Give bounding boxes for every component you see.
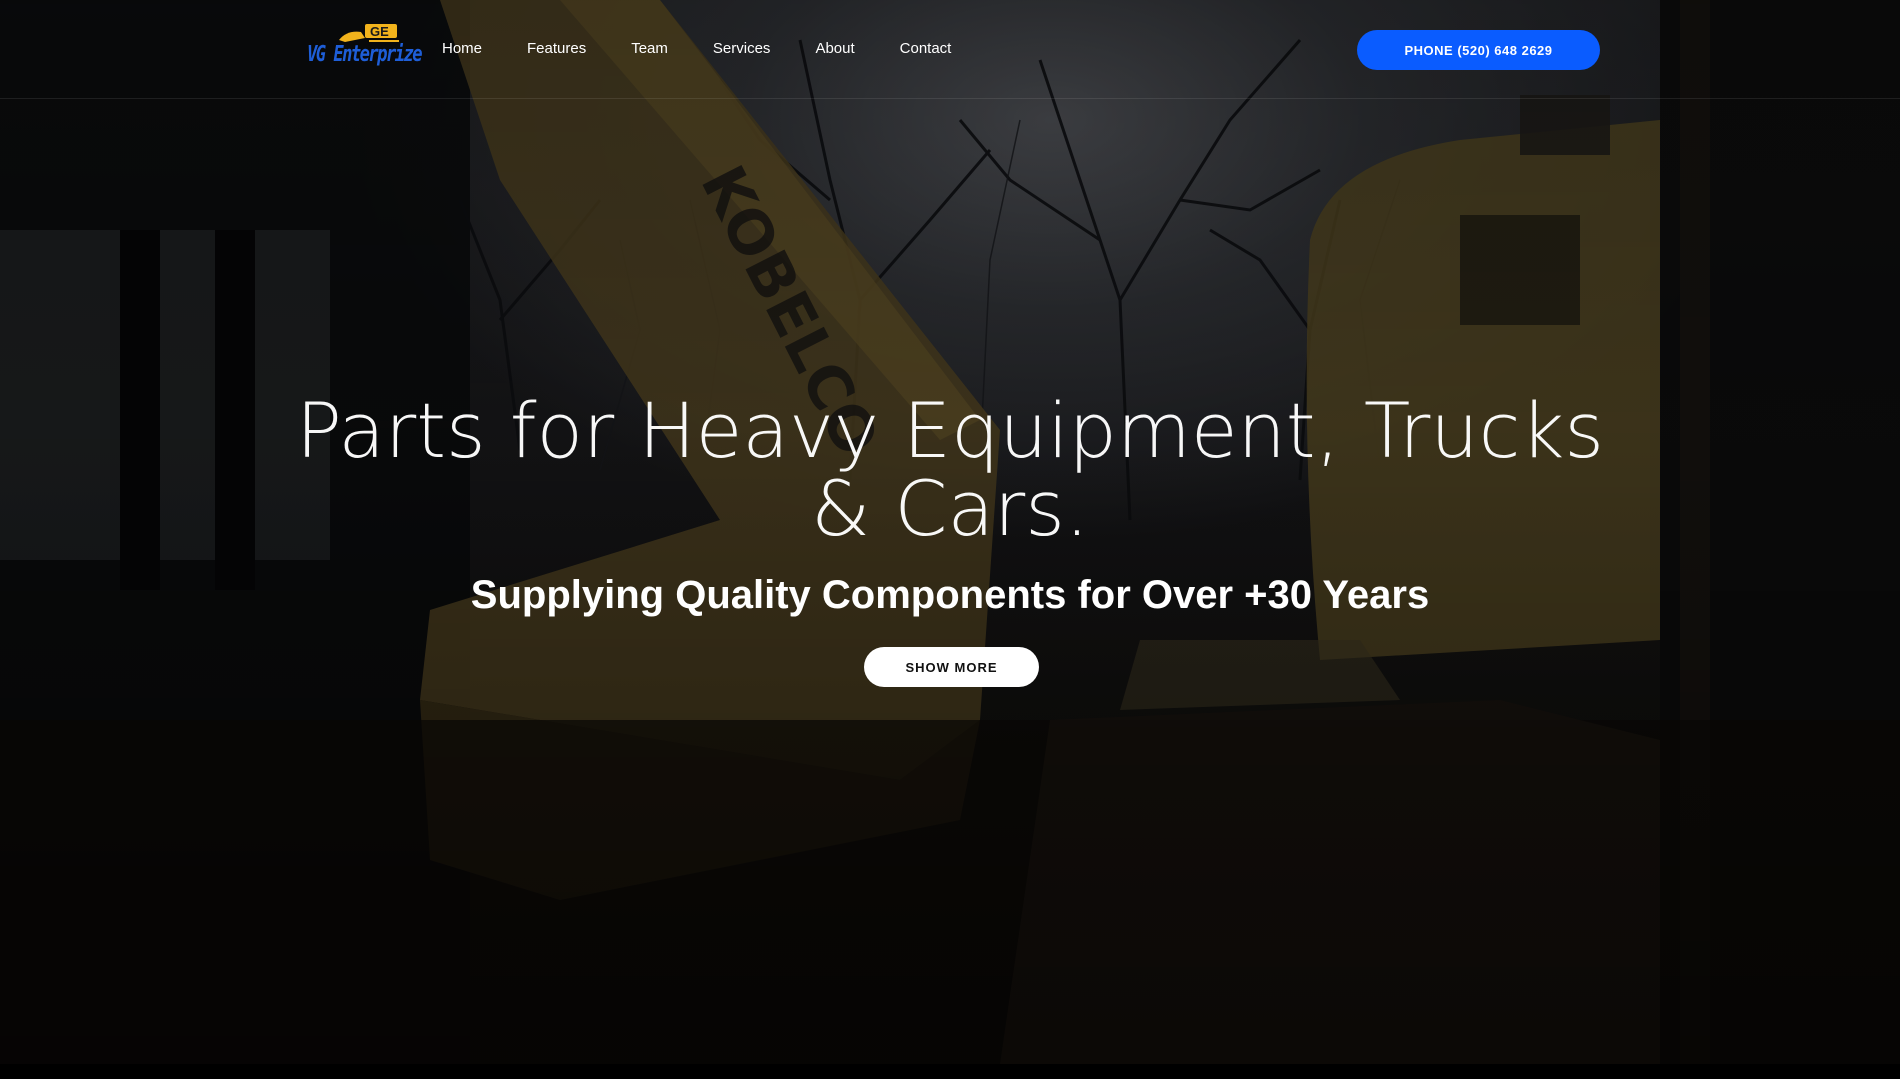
bottom-strip <box>0 1064 1900 1079</box>
hero-title: Parts for Heavy Equipment, Trucks & Cars… <box>250 392 1650 548</box>
nav-contact[interactable]: Contact <box>900 39 952 59</box>
svg-text:GE: GE <box>370 24 389 39</box>
page: KOBELCO GE VG Enterprize <box>0 0 1900 1079</box>
phone-button[interactable]: PHONE (520) 648 2629 <box>1357 30 1600 70</box>
hero-subtitle: Supplying Quality Components for Over +3… <box>470 573 1430 617</box>
hero-title-line-1: Parts for Heavy Equipment, Trucks <box>296 386 1604 475</box>
hero-title-line-2: & Cars. <box>810 464 1090 553</box>
main-nav: Home Features Team Services About Contac… <box>442 39 996 59</box>
nav-features[interactable]: Features <box>527 39 586 59</box>
logo-text: VG Enterprize <box>307 42 423 67</box>
nav-about[interactable]: About <box>815 39 854 59</box>
site-header: GE VG Enterprize Home Features Team Serv… <box>0 0 1900 99</box>
nav-team[interactable]: Team <box>631 39 668 59</box>
nav-home[interactable]: Home <box>442 39 482 59</box>
logo[interactable]: GE VG Enterprize <box>307 20 423 76</box>
nav-services[interactable]: Services <box>713 39 771 59</box>
show-more-button[interactable]: SHOW MORE <box>864 647 1039 687</box>
